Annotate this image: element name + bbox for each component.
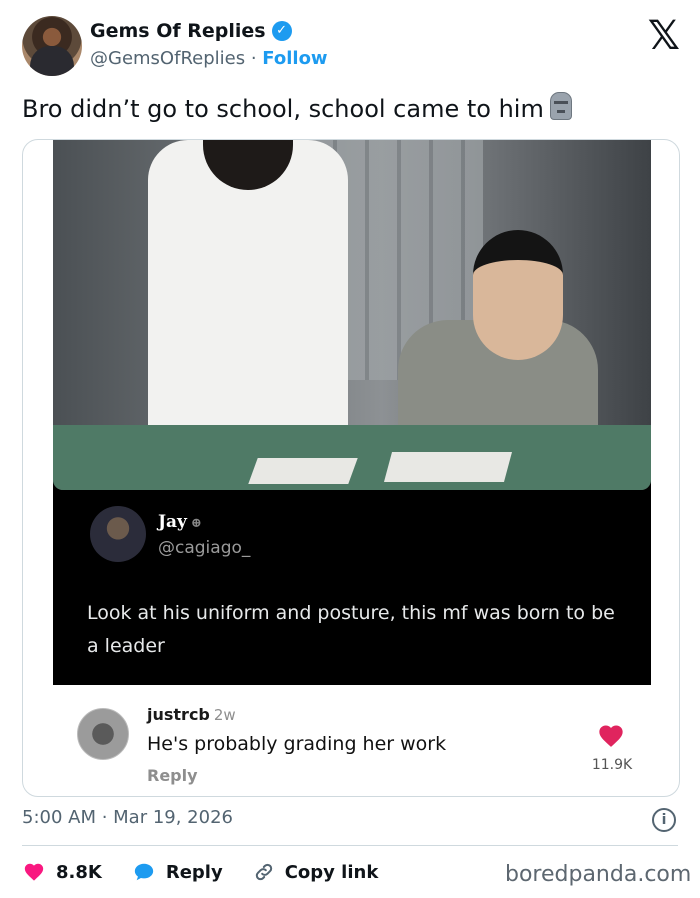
moai-emoji-icon [549, 92, 572, 120]
author-handle[interactable]: @GemsOfReplies [90, 48, 245, 69]
tweet-header: Gems Of Replies ✓ @GemsOfReplies · Follo… [22, 16, 682, 78]
embedded-author-avatar [90, 506, 146, 562]
embedded-photo [53, 140, 651, 490]
separator-dot: · [250, 48, 257, 69]
comment-user-row: justrcb 2w [147, 705, 236, 724]
link-icon [255, 863, 272, 881]
photo-paper-2 [383, 452, 513, 482]
like-button[interactable]: 8.8K [22, 861, 102, 883]
reply-button[interactable]: Reply [132, 861, 223, 883]
photo-boy-head [473, 230, 563, 360]
embedded-author-name: Jay ⊕ [158, 512, 202, 532]
comment-reply-link: Reply [147, 766, 198, 785]
embedded-post-card: Jay ⊕ @cagiago_ Look at his uniform and p… [53, 140, 651, 685]
embedded-post-text: Look at his uniform and posture, this mf… [87, 602, 615, 657]
embedded-author-name-text: Jay [158, 512, 187, 532]
photo-paper [248, 458, 358, 484]
copy-link-label: Copy link [284, 861, 379, 883]
tweet-text: Bro didn’t go to school, school came to … [22, 92, 572, 123]
author-name[interactable]: Gems Of Replies [90, 20, 266, 42]
comment-like-count: 11.9K [591, 757, 633, 773]
author-name-row: Gems Of Replies ✓ [90, 20, 292, 42]
divider [22, 845, 678, 846]
follow-button[interactable]: Follow [262, 48, 327, 69]
watermark: boredpanda.com [505, 862, 692, 887]
reply-label: Reply [165, 861, 223, 883]
tweet-timestamp[interactable]: 5:00 AM · Mar 19, 2026 [22, 807, 233, 828]
tweet-text-content: Bro didn’t go to school, school came to … [22, 95, 544, 123]
heart-icon [24, 863, 44, 881]
x-logo-icon[interactable]: 𝕏 [648, 16, 680, 56]
action-bar: 8.8K Reply Copy link [22, 856, 408, 888]
verified-badge-icon: ✓ [271, 21, 292, 41]
comment-heart-icon [599, 725, 623, 747]
author-handle-row: @GemsOfReplies · Follow [90, 48, 328, 69]
comment-age: 2w [213, 706, 236, 724]
info-icon[interactable]: i [652, 808, 676, 832]
comment-text: He's probably grading her work [147, 733, 447, 755]
copy-link-button[interactable]: Copy link [253, 861, 379, 883]
like-count: 8.8K [56, 861, 102, 883]
crosshair-badge-icon: ⊕ [190, 516, 202, 531]
comment-avatar [77, 708, 129, 760]
embedded-author-handle: @cagiago_ [158, 538, 251, 558]
comment-username: justrcb [147, 705, 210, 724]
author-avatar[interactable] [22, 16, 82, 76]
tweet-media[interactable]: Jay ⊕ @cagiago_ Look at his uniform and p… [22, 139, 680, 797]
reply-bubble-icon [134, 863, 154, 881]
